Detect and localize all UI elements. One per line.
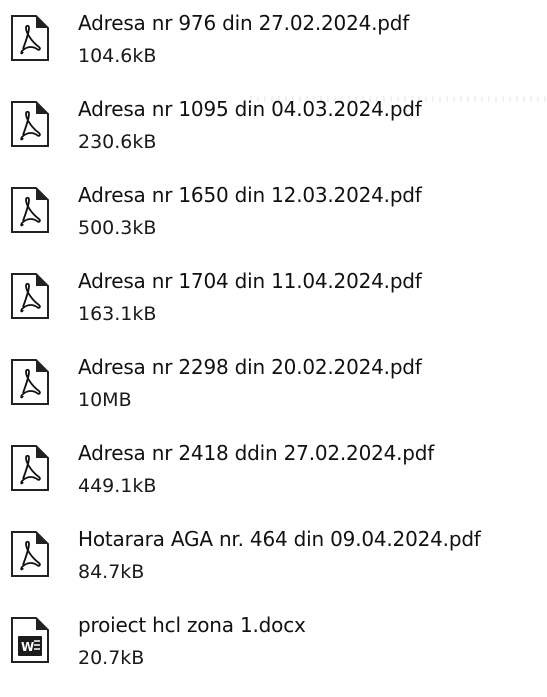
file-item-adresa-1095[interactable]: Adresa nr 1095 din 04.03.2024.pdf 230.6k…	[0, 96, 547, 176]
file-name[interactable]: Adresa nr 2298 din 20.02.2024.pdf	[78, 354, 422, 380]
pdf-file-icon	[10, 444, 50, 492]
file-size: 500.3kB	[78, 217, 157, 239]
file-item-hotarare-aga-464[interactable]: Hotarara AGA nr. 464 din 09.04.2024.pdf …	[0, 526, 547, 606]
file-size: 104.6kB	[78, 45, 157, 67]
pdf-file-icon	[10, 186, 50, 234]
pdf-file-icon	[10, 530, 50, 578]
file-name[interactable]: proiect hcl zona 1.docx	[78, 612, 306, 638]
pdf-file-icon	[10, 14, 50, 62]
file-item-proiect-hcl[interactable]: W proiect hcl zona 1.docx 20.7kB	[0, 612, 547, 692]
file-item-adresa-2298[interactable]: Adresa nr 2298 din 20.02.2024.pdf 10MB	[0, 354, 547, 434]
file-size: 163.1kB	[78, 303, 157, 325]
file-attachment-list: Adresa nr 976 din 27.02.2024.pdf 104.6kB…	[0, 0, 547, 697]
file-name[interactable]: Adresa nr 976 din 27.02.2024.pdf	[78, 10, 409, 36]
file-name[interactable]: Adresa nr 1095 din 04.03.2024.pdf	[78, 96, 422, 122]
file-item-adresa-2418[interactable]: Adresa nr 2418 ddin 27.02.2024.pdf 449.1…	[0, 440, 547, 520]
pdf-file-icon	[10, 272, 50, 320]
svg-text:W: W	[21, 640, 34, 654]
file-item-adresa-976[interactable]: Adresa nr 976 din 27.02.2024.pdf 104.6kB	[0, 10, 547, 90]
file-size: 20.7kB	[78, 647, 145, 669]
file-size: 84.7kB	[78, 561, 145, 583]
file-size: 449.1kB	[78, 475, 157, 497]
file-item-adresa-1704[interactable]: Adresa nr 1704 din 11.04.2024.pdf 163.1k…	[0, 268, 547, 348]
word-file-icon: W	[10, 616, 50, 664]
file-size: 10MB	[78, 389, 132, 411]
file-name[interactable]: Adresa nr 2418 ddin 27.02.2024.pdf	[78, 440, 434, 466]
file-name[interactable]: Adresa nr 1704 din 11.04.2024.pdf	[78, 268, 422, 294]
pdf-file-icon	[10, 358, 50, 406]
file-size: 230.6kB	[78, 131, 157, 153]
pdf-file-icon	[10, 100, 50, 148]
file-name[interactable]: Adresa nr 1650 din 12.03.2024.pdf	[78, 182, 422, 208]
file-name[interactable]: Hotarara AGA nr. 464 din 09.04.2024.pdf	[78, 526, 481, 552]
file-item-adresa-1650[interactable]: Adresa nr 1650 din 12.03.2024.pdf 500.3k…	[0, 182, 547, 262]
